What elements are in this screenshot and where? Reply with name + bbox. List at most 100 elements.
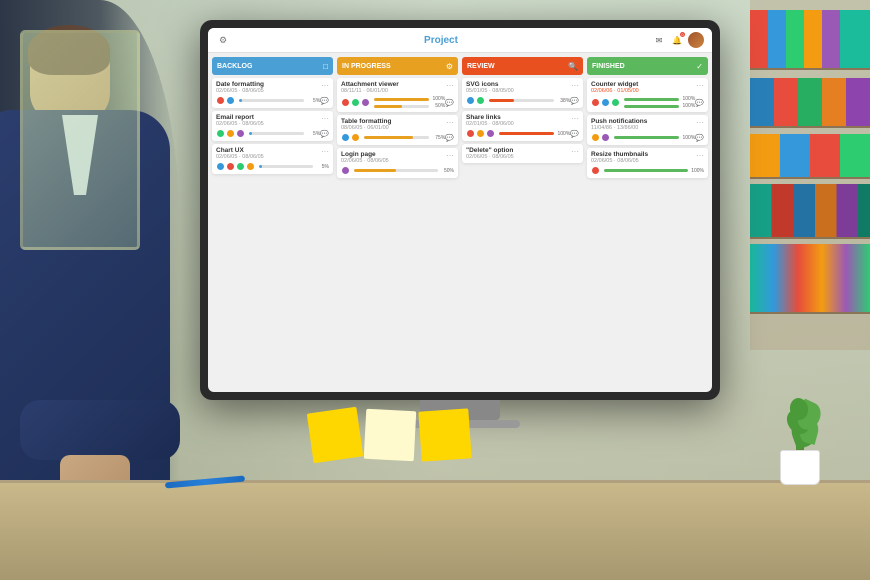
- progress-bar-bg-2: [624, 105, 679, 108]
- bell-badge: 0: [680, 32, 685, 37]
- progress-pct: 5%: [306, 98, 320, 104]
- review-header-icon: 🔍: [568, 62, 578, 71]
- more-dots[interactable]: ···: [321, 114, 329, 123]
- avatar: [591, 133, 600, 142]
- card-avatars: [591, 98, 620, 107]
- progress-bar-wrap: 50%: [354, 168, 454, 174]
- avatar: [236, 162, 245, 171]
- more-dots[interactable]: ···: [696, 81, 704, 90]
- card-date-formatting[interactable]: Date formatting 02/06/05 · 08/06/05 ···: [212, 78, 333, 108]
- card-date: 08/11/11 · 06/01/00: [341, 88, 399, 94]
- more-dots[interactable]: ···: [571, 147, 579, 156]
- sticky-note-3: [418, 408, 471, 461]
- more-dots[interactable]: ···: [321, 147, 329, 156]
- avatar: [466, 129, 475, 138]
- column-finished: FINISHED ✓ Counter widget 02/06/06 · 01/…: [587, 57, 708, 388]
- card-footer: 100% 50%: [341, 96, 454, 109]
- progress-fill: [614, 136, 679, 139]
- user-avatar[interactable]: [688, 32, 704, 48]
- card-avatars: [341, 166, 350, 175]
- card-title: Attachment viewer: [341, 81, 399, 88]
- more-dots[interactable]: ···: [571, 114, 579, 123]
- progress-fill: [259, 165, 262, 168]
- more-dots[interactable]: ···: [446, 118, 454, 127]
- comment-icon: 💬: [695, 134, 704, 142]
- bell-button[interactable]: 🔔 0: [670, 33, 684, 47]
- card-title: Counter widget: [591, 81, 639, 88]
- progress-bar-bg: [374, 98, 429, 101]
- progress-area: 5%: [249, 131, 320, 137]
- person-arms: [20, 400, 180, 460]
- more-dots[interactable]: ···: [446, 151, 454, 160]
- progress-area: 75%: [364, 135, 445, 141]
- card-footer: 100% 💬: [591, 133, 704, 142]
- column-header-review: REVIEW 🔍: [462, 57, 583, 75]
- scene: ⚙ Project ✉ 🔔 0: [0, 0, 870, 580]
- card-email-report[interactable]: Email report 02/06/05 · 08/06/05 ···: [212, 111, 333, 141]
- avatar: [246, 162, 255, 171]
- progress-bar-bg: [624, 98, 679, 101]
- card-title: Resize thumbnails: [591, 151, 648, 158]
- card-title: Push notifications: [591, 118, 647, 125]
- column-header-finished: FINISHED ✓: [587, 57, 708, 75]
- progress-bar-bg: [249, 132, 304, 135]
- progress-area: 100% 50%: [374, 96, 445, 109]
- progress-bar-bg: [239, 99, 304, 102]
- column-backlog: BACKLOG □ Date formatting 02/06/05 · 08/…: [212, 57, 333, 388]
- more-dots[interactable]: ···: [321, 81, 329, 90]
- card-counter-widget[interactable]: Counter widget 02/06/06 · 01/05/00 ···: [587, 78, 708, 112]
- card-footer: 38% 💬: [466, 96, 579, 105]
- review-title: REVIEW: [467, 63, 495, 70]
- progress-bar-bg: [259, 165, 313, 168]
- app-header: ⚙ Project ✉ 🔔 0: [208, 28, 712, 53]
- column-inprogress: IN PROGRESS ⚙ Attachment viewer 08/11/11…: [337, 57, 458, 388]
- card-avatars: [466, 96, 485, 105]
- mail-button[interactable]: ✉: [652, 33, 666, 47]
- card-delete-option[interactable]: "Delete" option 02/06/05 · 08/06/05 ···: [462, 144, 583, 163]
- card-footer: 50%: [341, 166, 454, 175]
- progress-bar-wrap: 5%: [249, 131, 320, 137]
- card-resize-thumbnails[interactable]: Resize thumbnails 02/06/05 · 08/06/05 ··…: [587, 148, 708, 178]
- comment-icon: 💬: [570, 97, 579, 105]
- avatar: [341, 133, 350, 142]
- card-svg-icons[interactable]: SVG icons 05/01/05 · 08/05/00 ···: [462, 78, 583, 108]
- card-chart-ux[interactable]: Chart UX 02/06/05 · 08/06/05 ···: [212, 144, 333, 174]
- progress-area: 100%: [604, 168, 704, 174]
- progress-bar-wrap-2: 100%: [624, 103, 695, 109]
- card-table-formatting[interactable]: Table formatting 08/06/05 · 06/01/00 ···: [337, 115, 458, 145]
- progress-bar-wrap: 100%: [374, 96, 445, 102]
- card-date: 11/04/86 · 13/86/00: [591, 125, 647, 131]
- progress-area: 100%: [499, 131, 570, 137]
- plant-container: [780, 450, 820, 485]
- avatar: [341, 166, 350, 175]
- sticky-note-1: [307, 407, 363, 463]
- more-dots[interactable]: ···: [446, 81, 454, 90]
- more-dots[interactable]: ···: [571, 81, 579, 90]
- card-share-links[interactable]: Share links 02/01/05 · 08/06/00 ···: [462, 111, 583, 141]
- more-dots[interactable]: ···: [696, 118, 704, 127]
- card-date: 02/06/05 · 08/06/05: [466, 154, 514, 160]
- finished-header-icon: ✓: [696, 62, 703, 71]
- avatar: [611, 98, 620, 107]
- card-attachment-viewer[interactable]: Attachment viewer 08/11/11 · 06/01/00 ··…: [337, 78, 458, 112]
- progress-pct: 5%: [315, 164, 329, 170]
- monitor-screen: ⚙ Project ✉ 🔔 0: [208, 28, 712, 392]
- app-ui: ⚙ Project ✉ 🔔 0: [208, 28, 712, 392]
- more-dots[interactable]: ···: [696, 151, 704, 160]
- app-title: Project: [230, 35, 652, 46]
- comment-icon: 💬: [695, 99, 704, 107]
- progress-area: 50%: [354, 168, 454, 174]
- progress-fill-2: [624, 105, 679, 108]
- card-push-notifications[interactable]: Push notifications 11/04/86 · 13/86/00 ·…: [587, 115, 708, 145]
- sticky-note-2: [364, 409, 417, 462]
- progress-bar-bg-2: [374, 105, 429, 108]
- avatar: [476, 96, 485, 105]
- progress-bar-wrap: 5%: [239, 98, 320, 104]
- card-login-page[interactable]: Login page 02/06/05 · 08/06/05 ···: [337, 148, 458, 178]
- progress-pct: 75%: [431, 135, 445, 141]
- avatar: [601, 98, 610, 107]
- card-avatars: [591, 133, 610, 142]
- column-header-inprogress: IN PROGRESS ⚙: [337, 57, 458, 75]
- inprogress-header-icon: ⚙: [446, 62, 453, 71]
- progress-pct: 5%: [306, 131, 320, 137]
